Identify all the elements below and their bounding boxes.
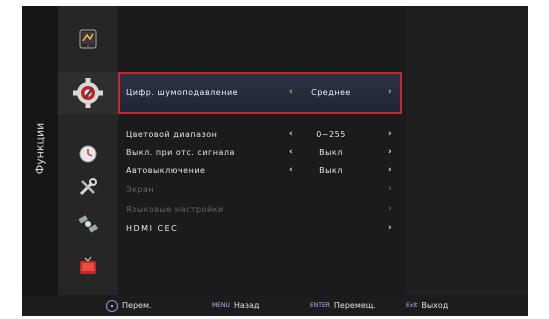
hint-move: Перем. [106,298,152,313]
hint-move-label: Перем. [122,301,152,310]
arrow-left-icon[interactable]: ‹ [289,129,293,139]
row-label: Выкл. при отс. сигнала [126,148,235,157]
row-label: Цветовой диапазон [126,130,218,139]
navigation-pad-icon [106,299,118,312]
menu-row-color-range[interactable]: Цветовой диапазон ‹ 0~255 › [122,126,406,144]
hint-select: ENTER Перемещ. [310,298,376,313]
exit-key-icon: Exit [406,302,418,309]
category-time[interactable] [58,140,118,168]
row-label: Цифр. шумоподавление [126,88,239,97]
row-value: Среднее [311,88,351,97]
menu-row-auto-off[interactable]: Автовыключение ‹ Выкл › [122,162,406,180]
preview-panel [406,6,528,295]
arrow-left-icon[interactable]: ‹ [289,165,293,175]
tv-icon [80,256,96,274]
category-channels[interactable] [58,208,118,240]
arrow-left-icon[interactable]: ‹ [289,87,293,97]
arrow-right-icon[interactable]: › [388,204,392,214]
clock-icon [79,145,97,163]
arrow-right-icon[interactable]: › [388,184,392,194]
category-settings[interactable] [58,72,118,114]
satellite-icon [78,215,98,233]
row-value: 0~255 [316,130,346,139]
hint-bar: Перем. MENU Назад ENTER Перемещ. Exit Вы… [22,295,528,316]
category-tools[interactable] [58,173,118,201]
row-label: Автовыключение [126,166,206,175]
settings-gear-icon [73,78,103,108]
row-label: Экран [126,185,155,194]
arrow-right-icon[interactable]: › [388,223,392,233]
row-label: HDMI CEC [126,224,179,233]
hint-back-label: Назад [233,301,260,310]
menu-key-icon: MENU [212,302,230,309]
menu-row-language[interactable]: Языковые настройки › [122,201,406,219]
picture-icon [79,29,97,49]
arrow-right-icon[interactable]: › [388,87,392,97]
menu-row-no-signal-off[interactable]: Выкл. при отс. сигнала ‹ Выкл › [122,144,406,162]
arrow-right-icon[interactable]: › [388,147,392,157]
hint-exit-label: Выход [421,301,449,310]
category-icon-column [58,6,118,295]
row-value: Выкл [319,148,343,157]
menu-section-title: Функции [33,122,47,174]
hint-select-label: Перемещ. [333,301,376,310]
tools-icon [79,178,97,196]
menu-row-noise-reduction[interactable]: Цифр. шумоподавление ‹ Среднее › [122,84,406,102]
menu-row-hdmi-cec[interactable]: HDMI CEC › [122,220,406,238]
category-picture[interactable] [58,22,118,56]
row-value: Выкл [319,166,343,175]
enter-key-icon: ENTER [310,302,330,309]
arrow-right-icon[interactable]: › [388,129,392,139]
arrow-left-icon[interactable]: ‹ [289,147,293,157]
hint-back: MENU Назад [212,298,259,313]
arrow-right-icon[interactable]: › [388,165,392,175]
hint-exit: Exit Выход [406,298,448,313]
category-tv[interactable] [58,250,118,282]
menu-row-screen[interactable]: Экран › [122,181,406,199]
row-label: Языковые настройки [126,205,224,214]
tv-menu-screen: Функции Цифр. шумоподавление ‹ Среднее ›… [22,6,528,316]
